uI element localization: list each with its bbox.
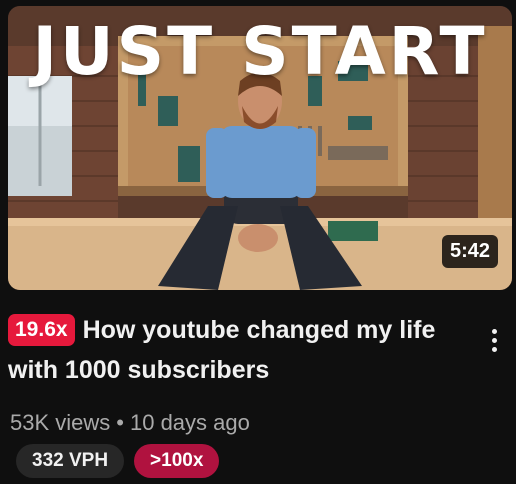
more-options-button[interactable]	[480, 318, 508, 362]
view-count: 53K views	[10, 410, 111, 435]
metric-chips: 332 VPH >100x	[16, 444, 220, 478]
vertical-ellipsis-icon-dot	[491, 346, 497, 352]
vph-chip: 332 VPH	[16, 444, 125, 478]
duration-badge: 5:42	[441, 235, 498, 268]
outlier-score-badge: 19.6x	[8, 314, 75, 346]
thumbnail-headline: JUST START	[32, 13, 488, 90]
vertical-ellipsis-icon	[491, 328, 497, 334]
upload-age: 10 days ago	[129, 410, 250, 435]
stats-separator: •	[116, 410, 124, 435]
video-stats: 53K views • 10 days ago	[10, 410, 250, 436]
vertical-ellipsis-icon-dot	[491, 337, 497, 343]
video-thumbnail[interactable]: JUST START 5:42	[8, 6, 512, 290]
video-title-line[interactable]: 19.6x How youtube changed my life with 10…	[8, 310, 478, 390]
ratio-chip: >100x	[134, 444, 220, 478]
video-details: 19.6x How youtube changed my life with 10…	[8, 310, 478, 390]
